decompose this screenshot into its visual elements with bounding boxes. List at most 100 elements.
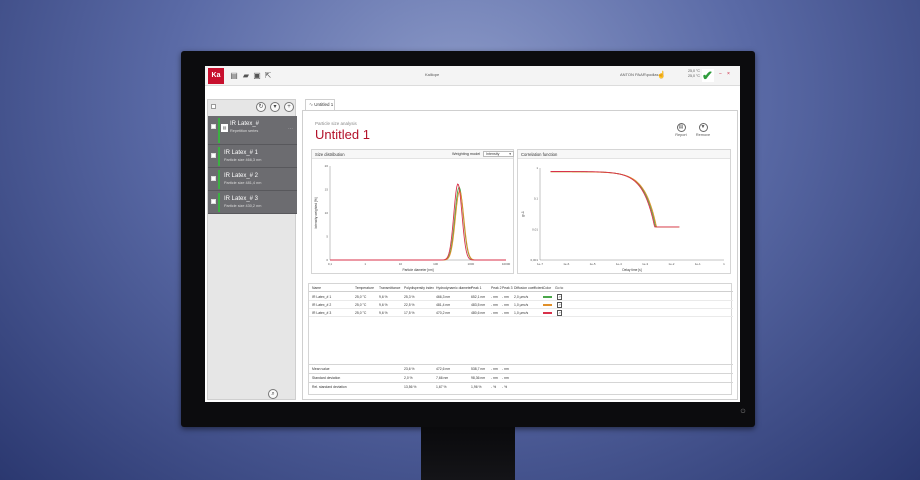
open-folder-icon[interactable]: ▰: [242, 71, 250, 80]
series-color-swatch: [543, 296, 552, 298]
app-logo: Ka: [208, 68, 224, 84]
table-cell: 1,0 µm²/s: [514, 311, 529, 315]
x-tick-label: 1e-4: [616, 262, 622, 266]
refresh-button[interactable]: ↻: [256, 102, 266, 112]
sidebar-item-series[interactable]: ▤ IR Latex_# Repetition series ⋯: [208, 116, 297, 145]
more-icon[interactable]: ⋯: [288, 126, 293, 132]
weighting-model-label: Weighting model: [452, 152, 481, 156]
user-name: ANTON PAAR\podlas: [620, 72, 659, 77]
series-color-swatch: [543, 312, 552, 314]
close-icon[interactable]: ×: [727, 71, 730, 77]
go-to-icon[interactable]: ↗: [557, 302, 562, 308]
item-name: IR Latex_# 1: [224, 150, 259, 156]
size-series-line: [330, 190, 506, 261]
report-icon: ▤: [676, 123, 686, 132]
x-tick-label: 0,1: [328, 262, 333, 266]
y-tick-label: 0,1: [534, 197, 539, 201]
save-icon[interactable]: ▣: [253, 71, 261, 80]
x-axis-label: Particle diameter [nm]: [402, 268, 433, 272]
user-pointer-icon[interactable]: ☝: [657, 71, 666, 79]
item-checkbox[interactable]: [211, 153, 216, 158]
item-checkbox[interactable]: [211, 199, 216, 204]
table-cell: - nm: [502, 295, 509, 299]
summary-cell: 2,0 %: [404, 376, 413, 380]
series-color-swatch: [543, 304, 552, 306]
x-axis-label: Delay time [s]: [622, 268, 641, 272]
table-row[interactable]: IR Latex_# 2 25,0 °C 9,6 % 22,5 % 481,4 nm 48…: [309, 301, 733, 309]
correlation-series-line: [550, 171, 680, 228]
delete-button[interactable]: ▾: [270, 102, 280, 112]
size-series-line: [330, 186, 506, 261]
tab-untitled-1[interactable]: ∿Untitled 1: [305, 99, 335, 110]
x-tick-label: 1e-5: [590, 262, 596, 266]
correlation-function-chart: 1e-7 1e-6 1e-5 1e-4 1e-3 1e-2 1e-1 1 0,001 0,01 0,…: [521, 166, 725, 272]
column-header[interactable]: Transmittance: [379, 286, 400, 290]
y-tick-label: 15: [325, 188, 329, 192]
table-row[interactable]: IR Latex_# 1 25,0 °C 9,6 % 25,3 % 466,3 nm 65…: [309, 293, 733, 301]
x-tick-label: 100: [433, 262, 438, 266]
power-icon[interactable]: ⏻: [740, 409, 746, 415]
item-subtitle: Particle size 430,2 nm: [224, 204, 262, 208]
remove-button[interactable]: ▼ Remove: [695, 123, 711, 137]
table-cell: 481,4 nm: [436, 303, 451, 307]
weighting-model-value: Intensity: [486, 152, 500, 156]
search-button[interactable]: ⌕: [268, 389, 278, 399]
summary-cell: 23,6 %: [404, 367, 415, 371]
summary-row: Standard deviation 2,0 % 7,66 nm 98,36 nm - …: [309, 373, 733, 381]
table-cell: - nm: [491, 295, 498, 299]
sidebar-item-latex-1[interactable]: IR Latex_# 1 Particle size 466,3 nm: [208, 145, 297, 168]
summary-cell: 538,7 nm: [471, 367, 486, 371]
table-cell: - nm: [502, 311, 509, 315]
column-header[interactable]: Peak 2: [491, 286, 502, 290]
item-checkbox[interactable]: [211, 124, 216, 129]
minimize-icon[interactable]: −: [719, 71, 722, 77]
summary-cell: - nm: [491, 376, 498, 380]
results-table: Name Temperature Transmittance Polydispersi…: [308, 283, 733, 395]
sample-list: ▤ IR Latex_# Repetition series ⋯ IR Late…: [208, 116, 297, 214]
table-cell: 25,0 °C: [355, 295, 367, 299]
table-row[interactable]: IR Latex_# 3 25,0 °C 9,6 % 17,5 % 470,2 nm 48…: [309, 309, 733, 317]
weighting-model-select[interactable]: Intensity ▾: [483, 151, 514, 157]
column-header[interactable]: Polydispersity index: [404, 286, 434, 290]
column-header[interactable]: Hydrodynamic diameter: [436, 286, 472, 290]
y-axis-label: g²-1: [521, 211, 525, 217]
column-header[interactable]: Diffusion coefficient: [514, 286, 543, 290]
new-file-icon[interactable]: ▤: [230, 71, 238, 80]
column-header[interactable]: Peak 3: [502, 286, 513, 290]
x-tick-label: 10000: [502, 262, 511, 266]
table-cell: 17,5 %: [404, 311, 415, 315]
column-header[interactable]: Color: [543, 286, 551, 290]
x-tick-label: 1e-3: [642, 262, 648, 266]
summary-cell: 13,56 %: [404, 385, 417, 389]
sidebar-item-latex-3[interactable]: IR Latex_# 3 Particle size 430,2 nm: [208, 191, 297, 214]
size-distribution-chart: 0,1 1 10 100 1000 1000005101520Particle diame…: [314, 164, 511, 272]
report-label: Report: [675, 133, 687, 137]
go-to-icon[interactable]: ↗: [557, 310, 562, 316]
column-header[interactable]: Name: [312, 286, 321, 290]
sidebar-item-latex-2[interactable]: IR Latex_# 2 Particle size 481,4 nm: [208, 168, 297, 191]
item-subtitle: Particle size 481,4 nm: [224, 181, 262, 185]
page-subtitle: Particle size analysis: [315, 121, 357, 126]
title-bar: Ka ▤ ▰ ▣ ⇱ Kalliope ANTON PAAR\podlas ☝ …: [205, 66, 740, 86]
column-header[interactable]: Peak 1: [471, 286, 482, 290]
column-header[interactable]: Go to: [555, 286, 563, 290]
export-icon[interactable]: ⇱: [264, 71, 272, 80]
add-button[interactable]: +: [284, 102, 294, 112]
go-to-icon[interactable]: ↗: [557, 294, 562, 300]
item-checkbox[interactable]: [211, 176, 216, 181]
table-cell: IR Latex_# 3: [312, 311, 332, 315]
x-tick-label: 1e-1: [695, 262, 701, 266]
x-tick-label: 1: [723, 262, 725, 266]
tab-label: Untitled 1: [314, 102, 334, 107]
summary-cell: - nm: [502, 376, 509, 380]
report-button[interactable]: ▤ Report: [673, 123, 689, 137]
size-series-line: [330, 183, 506, 261]
monitor-stand: [421, 427, 515, 480]
summary-cell: Standard deviation: [312, 376, 341, 380]
select-all-checkbox[interactable]: [211, 104, 216, 109]
app-window: Ka ▤ ▰ ▣ ⇱ Kalliope ANTON PAAR\podlas ☝ …: [205, 66, 740, 402]
summary-cell: 472,6 nm: [436, 367, 451, 371]
table-cell: 652,1 nm: [471, 295, 486, 299]
column-header[interactable]: Temperature: [355, 286, 374, 290]
table-cell: - nm: [491, 311, 498, 315]
